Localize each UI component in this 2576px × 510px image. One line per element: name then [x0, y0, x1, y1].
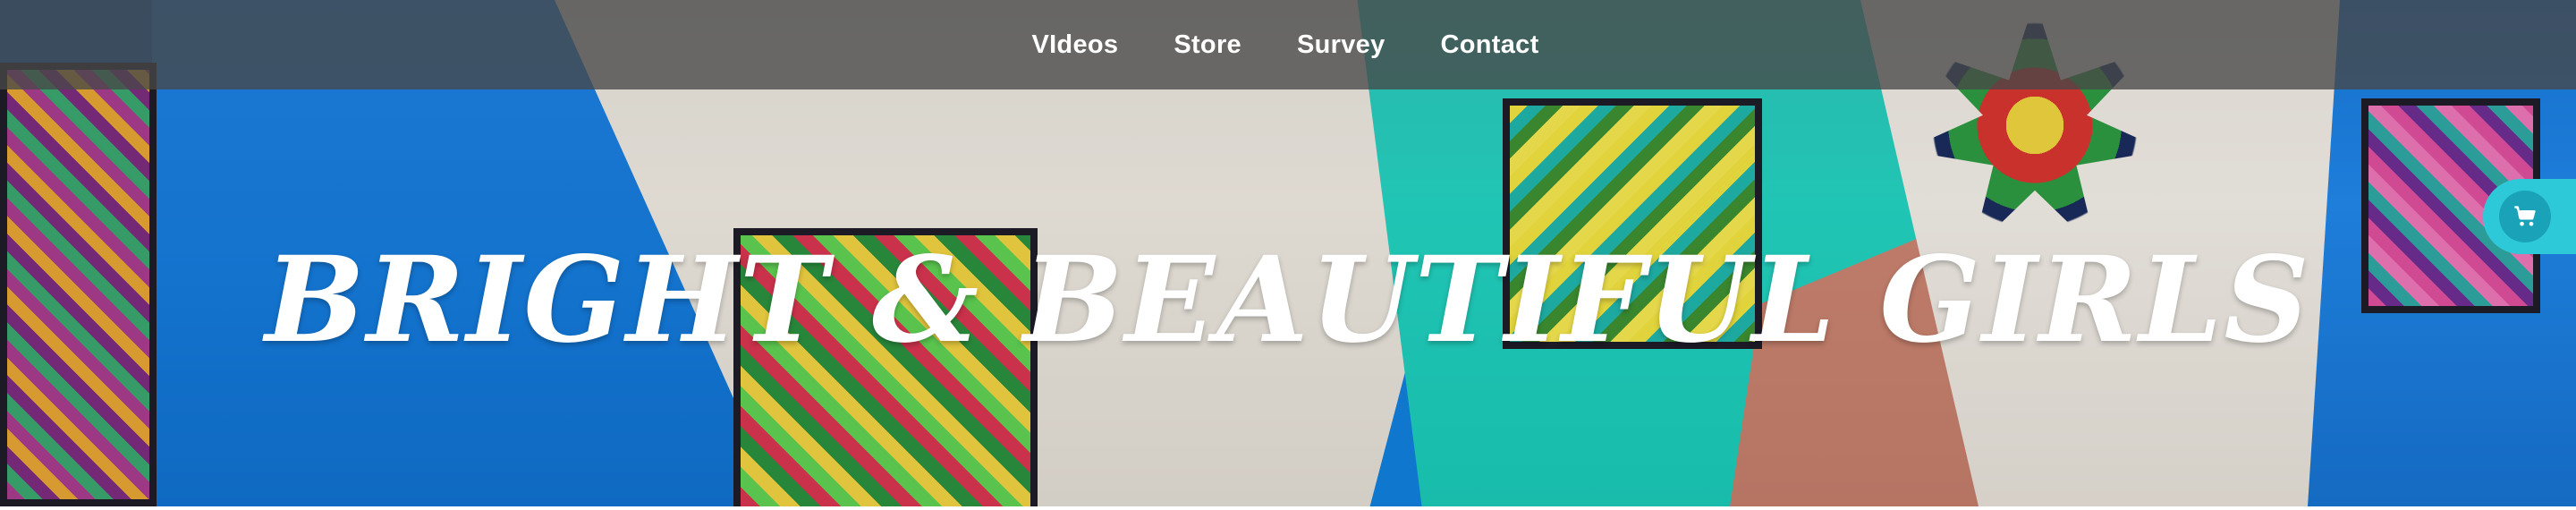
nav-link-videos[interactable]: VIdeos [1031, 30, 1118, 60]
nav-link-survey[interactable]: Survey [1297, 30, 1385, 60]
hero-bottom-border [0, 506, 2576, 510]
shopping-cart-icon [2514, 206, 2536, 226]
cart-icon-badge[interactable] [2499, 191, 2551, 242]
hero-title: BRIGHT & BEAUTIFUL GIRLS [265, 231, 2311, 370]
main-nav: VIdeos Store Survey Contact [1031, 30, 1538, 60]
nav-link-store[interactable]: Store [1174, 30, 1241, 60]
hero-banner: VIdeos Store Survey Contact BRIGHT & BEA… [0, 0, 2576, 506]
top-navigation-bar: VIdeos Store Survey Contact [0, 0, 2576, 89]
nav-link-contact[interactable]: Contact [1441, 30, 1539, 60]
cart-button[interactable] [2483, 179, 2576, 254]
